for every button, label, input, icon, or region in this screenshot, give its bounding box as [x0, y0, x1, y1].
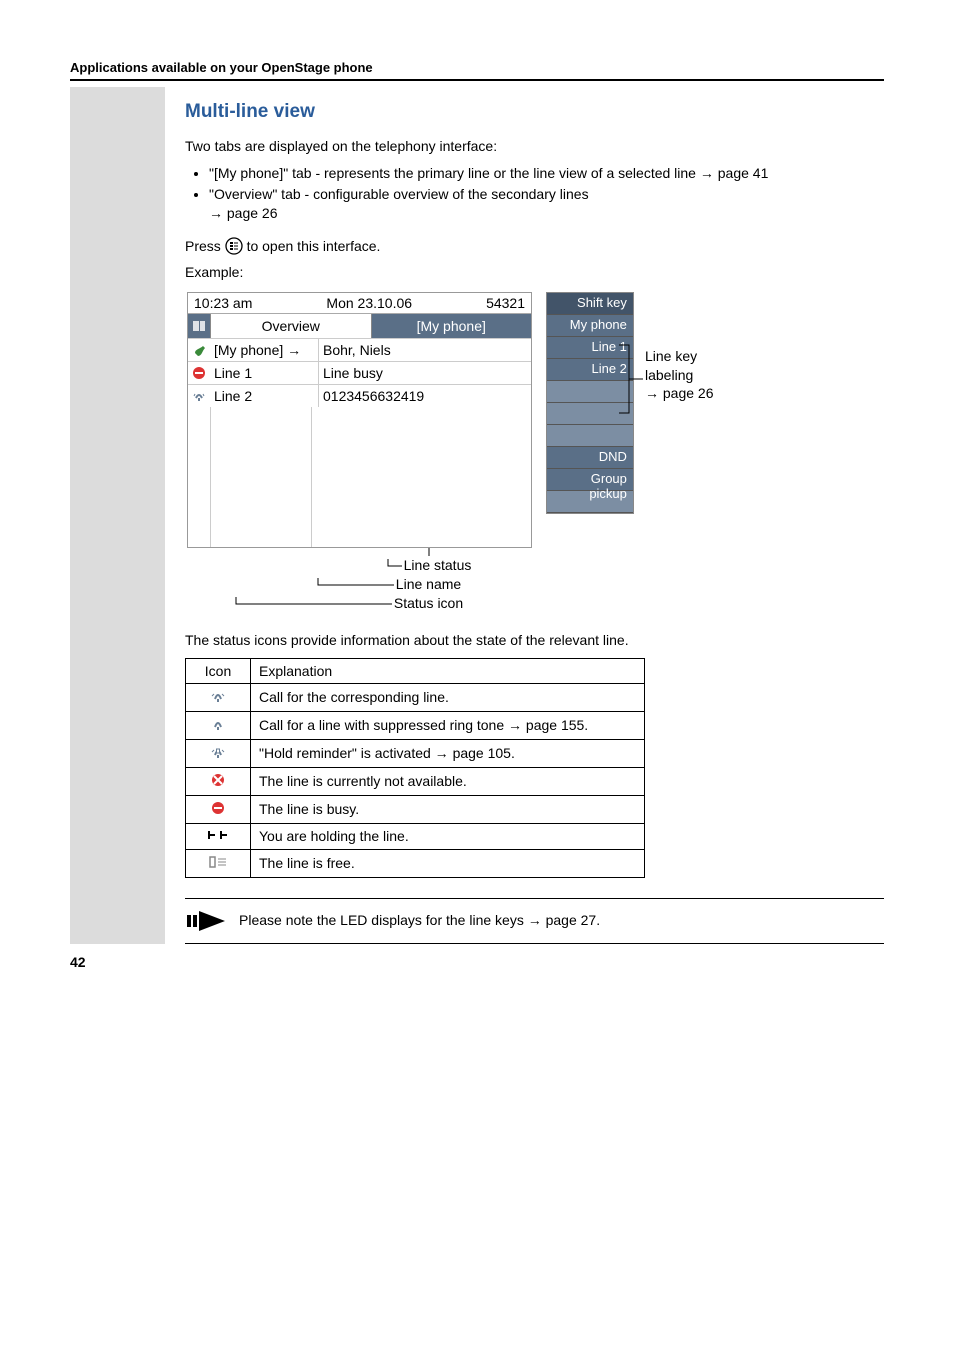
icon-unavailable — [186, 767, 251, 795]
callout-status-icon: Status icon — [394, 594, 463, 613]
example-label: Example: — [185, 263, 884, 282]
annot-line-key: Line key — [645, 347, 714, 365]
icon-busy — [186, 795, 251, 823]
bullet-2-link: → page 26 — [209, 205, 278, 221]
exp-bell-hold: "Hold reminder" is activated → page 105. — [251, 739, 645, 767]
callout-line-status: Line status — [404, 556, 472, 575]
exp-unavailable: The line is currently not available. — [251, 767, 645, 795]
row-1-icon — [188, 362, 210, 384]
tab-my-phone[interactable]: [My phone] — [371, 314, 532, 338]
key-dnd[interactable]: DND — [547, 447, 633, 469]
callout-line-name: Line name — [396, 575, 461, 594]
icon-explanation-table: Icon Explanation Call for the correspond… — [185, 658, 645, 878]
row-0-status: Bohr, Niels — [318, 339, 531, 361]
intro-text: Two tabs are displayed on the telephony … — [185, 137, 884, 156]
exp-busy: The line is busy. — [251, 795, 645, 823]
icon-bell-ring — [186, 683, 251, 711]
margin-column — [70, 87, 165, 944]
annot-page-link: → page 26 — [645, 384, 714, 402]
exp-hold: You are holding the line. — [251, 823, 645, 849]
running-header: Applications available on your OpenStage… — [70, 60, 884, 81]
press-line: Press to open this interface. — [185, 237, 884, 256]
th-icon: Icon — [186, 658, 251, 683]
display-mode-key-icon — [225, 237, 243, 255]
exp-bell-mute: Call for a line with suppressed ring ton… — [251, 711, 645, 739]
key-empty-3 — [547, 425, 633, 447]
bullet-1-text: "[My phone]" tab - represents the primar… — [209, 165, 700, 181]
phone-display: 10:23 am Mon 23.10.06 54321 Overview [My… — [187, 292, 532, 548]
status-number: 54321 — [486, 295, 525, 311]
exp-free: The line is free. — [251, 849, 645, 877]
row-1-status: Line busy — [318, 362, 531, 384]
key-my-phone[interactable]: My phone — [547, 315, 633, 337]
icon-hold — [186, 823, 251, 849]
row-1-name: Line 1 — [210, 362, 318, 384]
press-b: to open this interface. — [247, 238, 381, 254]
note-text: Please note the LED displays for the lin… — [239, 909, 600, 928]
icon-free — [186, 849, 251, 877]
bullet-1: "[My phone]" tab - represents the primar… — [209, 164, 884, 183]
annot-labeling: labeling — [645, 366, 714, 384]
status-time: 10:23 am — [194, 295, 252, 311]
row-2-icon — [188, 385, 210, 407]
key-group-pickup[interactable]: Group pickup — [547, 469, 633, 491]
bullet-1-link: → page 41 — [700, 165, 769, 181]
section-heading: Multi-line view — [185, 101, 884, 123]
row-0-name: [My phone] → — [210, 339, 318, 361]
th-explanation: Explanation — [251, 658, 645, 683]
bullet-2: "Overview" tab - configurable overview o… — [209, 185, 884, 223]
page-number: 42 — [70, 954, 884, 970]
icon-bell-hold — [186, 739, 251, 767]
press-a: Press — [185, 238, 225, 254]
tab-icon — [188, 314, 210, 338]
status-icons-text: The status icons provide information abo… — [185, 631, 884, 650]
tab-overview[interactable]: Overview — [210, 314, 371, 338]
icon-bell-mute — [186, 711, 251, 739]
row-2-status: 0123456632419 — [318, 385, 531, 407]
key-shift[interactable]: Shift key — [547, 293, 633, 315]
exp-bell-ring: Call for the corresponding line. — [251, 683, 645, 711]
row-0-icon — [188, 339, 210, 361]
row-2-name: Line 2 — [210, 385, 318, 407]
bullet-2-text: "Overview" tab - configurable overview o… — [209, 186, 589, 202]
note-arrow-icon — [185, 909, 227, 933]
status-date: Mon 23.10.06 — [326, 295, 412, 311]
